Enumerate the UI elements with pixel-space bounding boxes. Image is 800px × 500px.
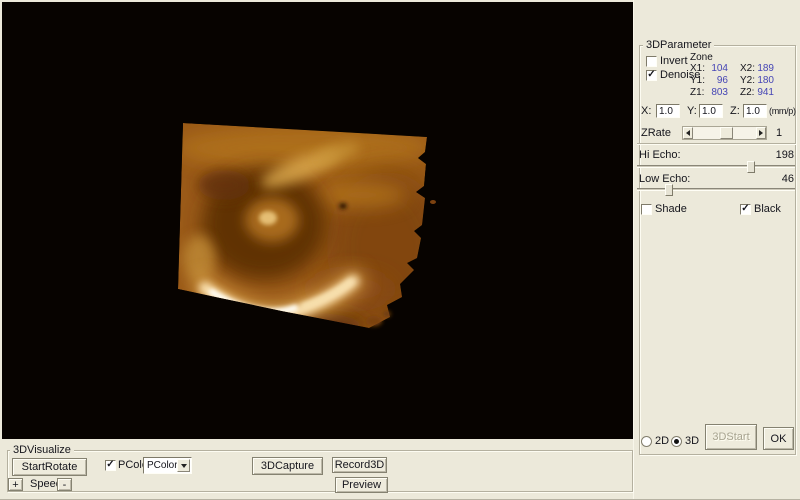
check-icon: ✓	[106, 460, 115, 469]
hi-echo-slider-thumb[interactable]	[747, 161, 755, 173]
denoise-checkbox[interactable]: ✓	[646, 70, 657, 81]
x-scale-input[interactable]	[656, 104, 680, 118]
hi-echo-slider-track[interactable]	[637, 165, 795, 168]
mode-3d-label[interactable]: 3D	[685, 436, 699, 447]
capture-3d-button[interactable]: 3DCapture	[252, 457, 323, 475]
mode-2d-radio[interactable]	[641, 436, 652, 447]
zone-value: 96	[706, 75, 728, 86]
speed-plus-button[interactable]: +	[8, 478, 23, 491]
combo-dropdown-button[interactable]	[177, 459, 190, 472]
param-groupbox-title: 3DParameter	[643, 39, 714, 51]
black-checkbox[interactable]: ✓	[740, 204, 751, 215]
zrate-label: ZRate	[641, 128, 671, 139]
arrow-right-icon	[759, 130, 766, 136]
pcolor-combobox[interactable]: PColor	[143, 457, 192, 474]
zrate-value: 1	[776, 128, 782, 139]
z-scale-input[interactable]	[743, 104, 767, 118]
pcolor-combo-value: PColor	[147, 460, 178, 471]
y-scale-input[interactable]	[699, 104, 723, 118]
application-window: 3DParameter ✓ Invert ✓ Denoise Zone X1: …	[0, 0, 800, 500]
zone-title: Zone	[690, 52, 713, 63]
zone-label: Y1:	[690, 75, 705, 86]
preview-button[interactable]: Preview	[335, 477, 388, 493]
zone-value: 180	[752, 75, 774, 86]
invert-label[interactable]: Invert	[660, 56, 688, 67]
speed-minus-button[interactable]: -	[57, 478, 72, 491]
low-echo-slider-track[interactable]	[637, 188, 795, 191]
mode-2d-label[interactable]: 2D	[655, 436, 669, 447]
image-viewport	[2, 2, 633, 439]
low-echo-value: 46	[768, 174, 794, 185]
ok-button[interactable]: OK	[763, 427, 794, 450]
hi-echo-value: 198	[768, 150, 794, 161]
zone-value: 803	[706, 87, 728, 98]
hi-echo-label: Hi Echo:	[639, 150, 681, 161]
visualize-groupbox-title: 3DVisualize	[10, 444, 74, 456]
zrate-scrollbar-thumb[interactable]	[720, 127, 733, 139]
zone-value: 189	[752, 63, 774, 74]
x-scale-label: X:	[641, 106, 651, 117]
check-icon: ✓	[741, 204, 750, 213]
check-icon: ✓	[647, 70, 656, 79]
pcolor-checkbox[interactable]: ✓	[105, 460, 116, 471]
invert-checkbox[interactable]: ✓	[646, 56, 657, 67]
zrate-scrollbar[interactable]	[682, 126, 767, 140]
scroll-right-button[interactable]	[756, 127, 766, 139]
zone-value: 104	[706, 63, 728, 74]
scale-unit-label: (mm/p)	[769, 106, 796, 117]
chevron-down-icon	[181, 464, 187, 471]
ultrasound-volume-image	[2, 2, 633, 439]
param-separator	[637, 143, 796, 145]
shade-label[interactable]: Shade	[655, 204, 687, 215]
y-scale-label: Y:	[687, 106, 697, 117]
arrow-left-icon	[683, 130, 690, 136]
black-label[interactable]: Black	[754, 204, 781, 215]
zone-label: Z1:	[690, 87, 704, 98]
start-rotate-button[interactable]: StartRotate	[12, 458, 87, 476]
zone-value: 941	[752, 87, 774, 98]
start-3d-button[interactable]: 3DStart	[705, 424, 757, 450]
z-scale-label: Z:	[730, 106, 740, 117]
scroll-left-button[interactable]	[683, 127, 693, 139]
low-echo-slider-thumb[interactable]	[665, 184, 673, 196]
record-3d-button[interactable]: Record3D	[332, 457, 387, 473]
shade-checkbox[interactable]: ✓	[641, 204, 652, 215]
zone-label: X1:	[690, 63, 705, 74]
mode-3d-radio[interactable]	[671, 436, 682, 447]
